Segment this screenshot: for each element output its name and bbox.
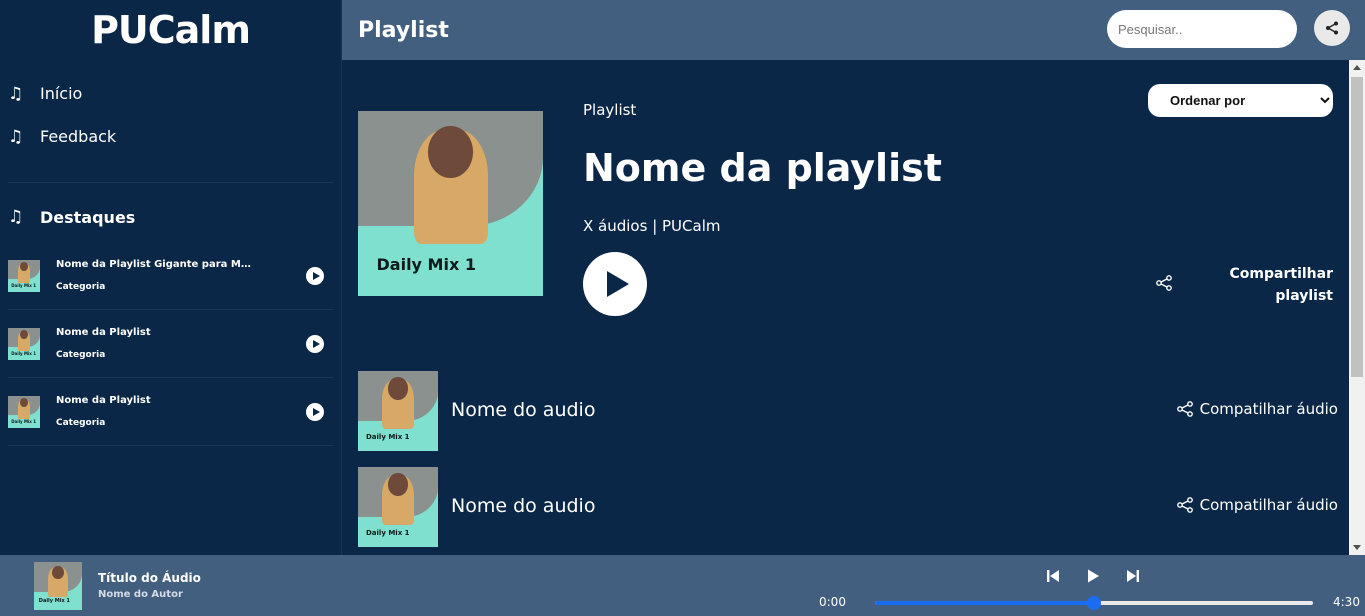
nav-list: ♫ Início ♫ Feedback bbox=[0, 60, 341, 158]
share-audio-button[interactable]: Compatilhar áudio bbox=[1176, 496, 1338, 514]
playlist-thumbnail: Daily Mix 1 bbox=[8, 327, 40, 360]
share-icon bbox=[1176, 497, 1193, 513]
main-content: Daily Mix 1 Playlist Nome da playlist X … bbox=[343, 60, 1349, 555]
featured-item-category: Categoria bbox=[56, 282, 106, 292]
featured-item[interactable]: Daily Mix 1 Nome da Playlist Categoria bbox=[8, 310, 333, 378]
scroll-up-arrow-icon[interactable] bbox=[1353, 65, 1361, 70]
nav-item-feedback[interactable]: ♫ Feedback bbox=[0, 115, 341, 158]
featured-item-title: Nome da Playlist Gigante para Med... bbox=[56, 259, 252, 270]
top-header: Playlist bbox=[342, 0, 1365, 60]
featured-item[interactable]: Daily Mix 1 Nome da Playlist Categoria bbox=[8, 378, 333, 446]
share-audio-button[interactable]: Compatilhar áudio bbox=[1176, 400, 1338, 418]
play-icon[interactable] bbox=[306, 403, 324, 421]
play-icon[interactable] bbox=[306, 267, 324, 285]
share-audio-label: Compatilhar áudio bbox=[1199, 496, 1338, 514]
thumb-label: Daily Mix 1 bbox=[38, 598, 70, 605]
order-select[interactable]: Ordenar por bbox=[1148, 84, 1333, 117]
total-time: 4:30 bbox=[1333, 595, 1360, 609]
cover-label: Daily Mix 1 bbox=[376, 254, 476, 274]
share-icon bbox=[1326, 21, 1338, 35]
nav-item-label: Início bbox=[40, 84, 83, 103]
track-title: Título do Áudio bbox=[98, 571, 201, 585]
progress-fill bbox=[875, 601, 1094, 605]
thumb-label: Daily Mix 1 bbox=[366, 529, 410, 538]
share-playlist-button[interactable]: Compartilhar playlist bbox=[1203, 263, 1333, 307]
playlist-cover: Daily Mix 1 bbox=[358, 111, 543, 296]
share-icon[interactable] bbox=[1155, 274, 1173, 292]
audio-name: Nome do audio bbox=[451, 495, 596, 517]
audio-name: Nome do audio bbox=[451, 399, 596, 421]
featured-item-category: Categoria bbox=[56, 350, 106, 360]
main-scrollbar[interactable] bbox=[1349, 60, 1365, 555]
audio-thumbnail: Daily Mix 1 bbox=[358, 467, 438, 547]
share-audio-label: Compatilhar áudio bbox=[1199, 400, 1338, 418]
music-note-icon: ♫ bbox=[8, 126, 24, 147]
progress-handle[interactable] bbox=[1087, 596, 1101, 610]
audio-player: Daily Mix 1 Título do Áudio Nome do Auto… bbox=[0, 555, 1365, 616]
music-note-icon: ♫ bbox=[8, 83, 24, 104]
scrollbar-thumb[interactable] bbox=[1351, 77, 1363, 377]
thumb-label: Daily Mix 1 bbox=[366, 433, 410, 442]
featured-item-category: Categoria bbox=[56, 418, 106, 428]
thumb-label: Daily Mix 1 bbox=[11, 282, 37, 288]
playlist-thumbnail: Daily Mix 1 bbox=[8, 395, 40, 428]
sidebar-divider bbox=[8, 182, 333, 183]
track-author: Nome do Autor bbox=[98, 589, 183, 600]
featured-item-title: Nome da Playlist bbox=[56, 327, 151, 338]
play-icon[interactable] bbox=[1085, 568, 1101, 584]
featured-section-title: ♫ Destaques bbox=[0, 206, 341, 228]
nav-item-label: Feedback bbox=[40, 127, 117, 146]
sidebar: PUCalm ♫ Início ♫ Feedback ♫ Destaques D… bbox=[0, 0, 342, 555]
audio-thumbnail: Daily Mix 1 bbox=[358, 371, 438, 451]
page-title: Playlist bbox=[358, 17, 449, 43]
thumb-label: Daily Mix 1 bbox=[11, 350, 37, 356]
play-icon[interactable] bbox=[306, 335, 324, 353]
current-time: 0:00 bbox=[819, 595, 846, 609]
next-icon[interactable] bbox=[1125, 568, 1141, 584]
nav-item-inicio[interactable]: ♫ Início bbox=[0, 72, 341, 115]
audio-row[interactable]: Daily Mix 1 Nome do audio Compatilhar áu… bbox=[358, 467, 1338, 547]
music-note-icon: ♫ bbox=[8, 207, 24, 227]
featured-list: Daily Mix 1 Nome da Playlist Gigante par… bbox=[0, 242, 341, 446]
search-input[interactable] bbox=[1107, 10, 1297, 48]
audio-row[interactable]: Daily Mix 1 Nome do audio Compatilhar áu… bbox=[358, 371, 1338, 451]
previous-icon[interactable] bbox=[1045, 568, 1061, 584]
app-logo[interactable]: PUCalm bbox=[0, 0, 341, 60]
now-playing-thumbnail: Daily Mix 1 bbox=[34, 562, 82, 610]
share-icon bbox=[1176, 401, 1193, 417]
progress-slider[interactable] bbox=[875, 596, 1313, 610]
play-playlist-button[interactable] bbox=[583, 252, 647, 316]
featured-title-label: Destaques bbox=[40, 207, 136, 227]
playlist-thumbnail: Daily Mix 1 bbox=[8, 259, 40, 292]
playlist-meta: X áudios | PUCalm bbox=[583, 217, 721, 235]
featured-item[interactable]: Daily Mix 1 Nome da Playlist Gigante par… bbox=[8, 242, 333, 310]
featured-item-title: Nome da Playlist bbox=[56, 395, 151, 406]
playlist-name: Nome da playlist bbox=[583, 146, 942, 190]
playlist-kind: Playlist bbox=[583, 101, 637, 119]
share-button[interactable] bbox=[1314, 10, 1350, 46]
scroll-down-arrow-icon[interactable] bbox=[1353, 545, 1361, 550]
thumb-label: Daily Mix 1 bbox=[11, 418, 37, 424]
